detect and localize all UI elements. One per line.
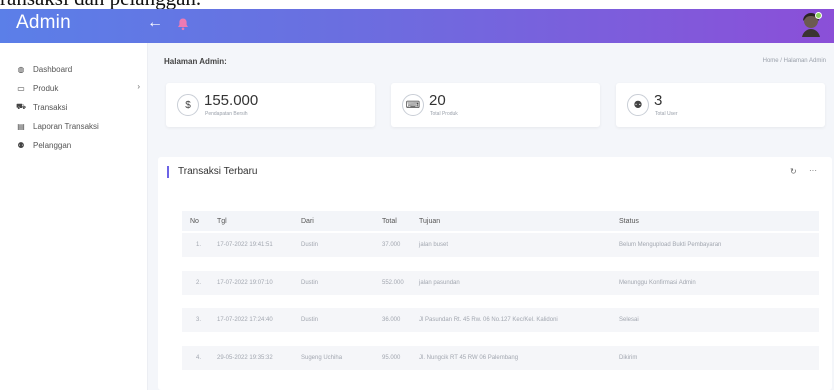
column-header-status: Status	[619, 217, 639, 225]
main-content: Halaman Admin: Home / Halaman Admin $ 15…	[148, 43, 834, 390]
cart-icon: ⛟	[15, 102, 27, 111]
sidebar: ◍ Dashboard ▭ Produk › ⛟ Transaksi ▤ Lap…	[0, 43, 148, 390]
stat-card-produk: ⌨ 20 Total Produk	[391, 83, 600, 127]
sidebar-item-produk[interactable]: ▭ Produk ›	[0, 80, 148, 96]
keyboard-icon: ⌨	[402, 94, 424, 116]
stat-label: Total Produk	[430, 111, 458, 117]
stat-value: 20	[429, 92, 446, 109]
bell-icon[interactable]	[176, 17, 190, 31]
cell-dari: Sugeng Uchiha	[301, 355, 343, 361]
cell-status: Selesai	[619, 317, 639, 323]
cell-dari: Dustin	[301, 242, 319, 248]
panel-title: Transaksi Terbaru	[178, 166, 258, 177]
cell-no: 4.	[196, 355, 202, 361]
sidebar-item-pelanggan[interactable]: ⚉ Pelanggan	[0, 137, 148, 153]
cell-tujuan: Jl. Nungcik RT 45 RW 06 Palembang	[419, 355, 519, 361]
cell-dari: Dustin	[301, 280, 319, 286]
table-row[interactable]: 4. 29-05-2022 19:35:32 Sugeng Uchiha 95.…	[182, 346, 819, 370]
sidebar-item-label: Dashboard	[33, 64, 73, 74]
user-avatar[interactable]	[799, 11, 823, 37]
column-header-dari: Dari	[301, 217, 314, 225]
cell-no: 2.	[196, 280, 202, 286]
stat-value: 3	[654, 92, 663, 109]
sidebar-item-label: Produk	[33, 83, 59, 93]
dashboard-icon: ◍	[17, 64, 25, 74]
more-icon[interactable]: ···	[809, 166, 817, 175]
table-row[interactable]: 2. 17-07-2022 19:07:10 Dustin 552.000 ja…	[182, 271, 819, 295]
table-row[interactable]: 1. 17-07-2022 19:41:51 Dustin 37.000 jal…	[182, 233, 819, 257]
stat-label: Pendapatan Bersih	[205, 111, 248, 117]
laptop-icon: ▭	[17, 83, 25, 93]
chevron-right-icon[interactable]: ›	[137, 82, 140, 91]
stat-value: 155.000	[204, 92, 259, 109]
sidebar-item-dashboard[interactable]: ◍ Dashboard	[0, 61, 148, 77]
cell-no: 1.	[196, 242, 202, 248]
panel-accent-bar	[167, 166, 169, 178]
cell-tujuan: Jl Pasundan Rt. 45 Rw. 06 No.127 Kec/Kel…	[419, 317, 558, 323]
list-icon: ▤	[17, 121, 25, 131]
users-icon: ⚉	[17, 140, 25, 150]
cell-tgl: 17-07-2022 19:07:10	[217, 280, 273, 286]
cell-tujuan: jalan buset	[419, 242, 449, 248]
sidebar-item-laporan-transaksi[interactable]: ▤ Laporan Transaksi	[0, 118, 148, 134]
page-title: Halaman Admin:	[164, 57, 227, 66]
cell-total: 552.000	[382, 280, 404, 286]
stat-label: Total User	[655, 111, 678, 117]
cell-total: 95.000	[382, 355, 401, 361]
sidebar-item-transaksi[interactable]: ⛟ Transaksi	[0, 99, 148, 115]
cell-status: Menunggu Konfirmasi Admin	[619, 280, 696, 286]
refresh-icon[interactable]: ↻	[790, 167, 797, 176]
cell-no: 3.	[196, 317, 202, 323]
column-header-tgl: Tgl	[217, 217, 227, 225]
column-header-tujuan: Tujuan	[419, 217, 441, 225]
stat-card-pendapatan: $ 155.000 Pendapatan Bersih	[166, 83, 375, 127]
cell-tgl: 17-07-2022 19:41:51	[217, 242, 273, 248]
cell-tujuan: jalan pasundan	[419, 280, 460, 286]
dollar-icon: $	[177, 94, 199, 116]
arrow-left-icon[interactable]: ←	[147, 15, 163, 31]
column-header-total: Total	[382, 217, 397, 225]
column-header-no: No	[190, 217, 199, 225]
cell-total: 36.000	[382, 317, 401, 323]
cell-status: Belum Mengupload Bukti Pembayaran	[619, 242, 722, 248]
recent-transactions-panel: Transaksi Terbaru ↻ ··· No Tgl Dari Tota…	[158, 157, 832, 390]
cell-status: Dikirim	[619, 355, 638, 361]
table-header-row: No Tgl Dari Total Tujuan Status	[182, 211, 819, 231]
stat-card-user: ⚉ 3 Total User	[616, 83, 825, 127]
sidebar-item-label: Laporan Transaksi	[33, 121, 99, 131]
cell-tgl: 17-07-2022 17:24:40	[217, 317, 273, 323]
caption-text: ransaksi dan pelanggan.	[0, 0, 201, 9]
sidebar-item-label: Pelanggan	[33, 140, 72, 150]
top-navbar: Admin ←	[0, 9, 834, 43]
cell-tgl: 29-05-2022 19:35:32	[217, 355, 273, 361]
cell-dari: Dustin	[301, 317, 319, 323]
sidebar-item-label: Transaksi	[33, 102, 68, 112]
document-caption: ransaksi dan pelanggan.	[0, 0, 834, 9]
breadcrumb[interactable]: Home / Halaman Admin	[763, 58, 826, 64]
brand-title[interactable]: Admin	[16, 12, 71, 34]
cell-total: 37.000	[382, 242, 401, 248]
table-row[interactable]: 3. 17-07-2022 17:24:40 Dustin 36.000 Jl …	[182, 308, 819, 332]
users-icon: ⚉	[627, 94, 649, 116]
